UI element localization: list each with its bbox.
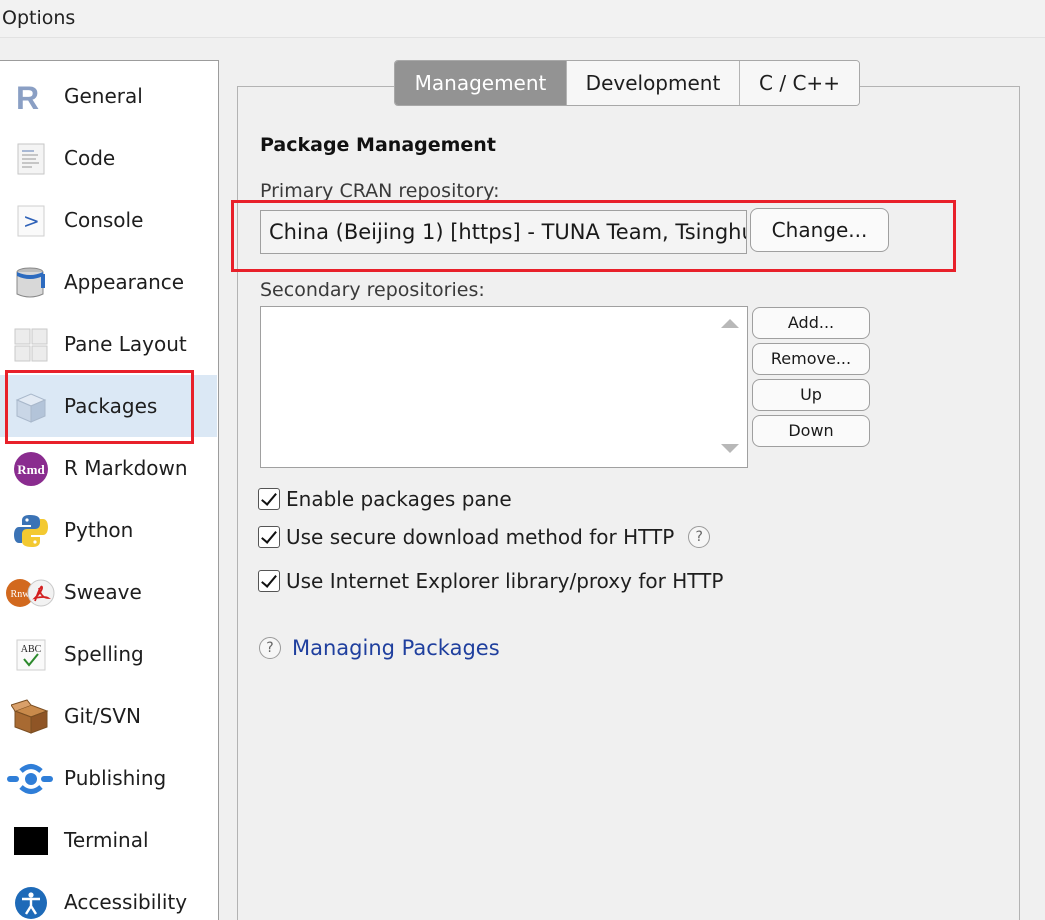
python-icon [11,513,51,549]
sidebar-item-appearance[interactable]: Appearance [0,251,217,313]
sweave-icon: Rnw [5,575,55,611]
options-sidebar: R General Code > Console Appearance Pane… [0,60,219,920]
r-logo-icon: R [11,79,51,115]
sidebar-item-accessibility[interactable]: Accessibility [0,871,217,920]
sidebar-item-python[interactable]: Python [0,499,217,561]
down-button[interactable]: Down [752,415,870,447]
publishing-icon [6,761,56,797]
help-icon: ? [259,637,281,659]
sidebar-item-label: Packages [64,394,158,418]
sidebar-item-label: General [64,84,143,108]
secondary-repo-list[interactable] [260,306,748,468]
code-document-icon [11,141,51,177]
sidebar-item-pane-layout[interactable]: Pane Layout [0,313,217,375]
window-title: Options [0,0,1045,38]
sidebar-item-spelling[interactable]: ABC Spelling [0,623,217,685]
sidebar-item-label: Code [64,146,116,170]
enable-packages-pane-checkbox[interactable] [258,488,280,510]
ie-proxy-checkbox[interactable] [258,570,280,592]
sidebar-item-label: Publishing [64,766,167,790]
package-box-icon [11,389,51,425]
ie-proxy-row: Use Internet Explorer library/proxy for … [258,569,723,593]
accessibility-icon [11,885,51,920]
sidebar-item-label: Python [64,518,134,542]
svg-text:R: R [16,81,39,113]
help-icon[interactable]: ? [688,526,711,548]
checkbox-label: Enable packages pane [286,487,512,511]
tab-bar: Management Development C / C++ [394,60,860,106]
add-button[interactable]: Add... [752,307,870,339]
svg-text:ABC: ABC [21,644,42,655]
rmd-icon: Rmd [11,451,51,487]
terminal-icon [11,823,51,859]
help-link-row: ? Managing Packages [259,636,500,660]
scroll-down-icon[interactable] [721,444,739,453]
secure-download-row: Use secure download method for HTTP ? [258,525,711,549]
sidebar-item-label: Appearance [64,270,185,294]
primary-repo-field[interactable]: China (Beijing 1) [https] - TUNA Team, T… [260,210,747,254]
sidebar-item-label: Accessibility [64,890,188,914]
change-button[interactable]: Change... [750,208,889,252]
svg-text:Rnw: Rnw [11,589,31,600]
svg-text:>: > [23,209,40,233]
checkbox-label: Use Internet Explorer library/proxy for … [286,569,724,593]
primary-repo-label: Primary CRAN repository: [260,180,500,202]
sidebar-item-label: R Markdown [64,456,188,480]
tab-development[interactable]: Development [567,61,740,105]
sidebar-item-code[interactable]: Code [0,127,217,189]
paint-bucket-icon [11,265,51,301]
sidebar-item-general[interactable]: R General [0,65,217,127]
sidebar-item-git-svn[interactable]: Git/SVN [0,685,217,747]
git-box-icon [11,699,51,735]
managing-packages-link[interactable]: Managing Packages [292,636,500,660]
sidebar-item-terminal[interactable]: Terminal [0,809,217,871]
pane-layout-icon [11,327,51,363]
checkbox-label: Use secure download method for HTTP [286,525,675,549]
remove-button[interactable]: Remove... [752,343,870,375]
tab-c-cpp[interactable]: C / C++ [740,61,859,105]
sidebar-item-label: Sweave [64,580,142,604]
spelling-check-icon: ABC [11,637,51,673]
sidebar-item-r-markdown[interactable]: Rmd R Markdown [0,437,217,499]
sidebar-item-label: Git/SVN [64,704,141,728]
up-button[interactable]: Up [752,379,870,411]
scroll-up-icon[interactable] [721,319,739,328]
sidebar-item-label: Terminal [64,828,149,852]
tab-management[interactable]: Management [395,61,567,105]
sidebar-item-label: Pane Layout [64,332,187,356]
sidebar-item-label: Spelling [64,642,144,666]
enable-packages-pane-row: Enable packages pane [258,487,512,511]
section-title: Package Management [260,134,496,156]
secondary-repo-label: Secondary repositories: [260,279,485,301]
sidebar-item-sweave[interactable]: Rnw Sweave [0,561,217,623]
sidebar-item-console[interactable]: > Console [0,189,217,251]
console-prompt-icon: > [11,203,51,239]
svg-text:Rmd: Rmd [17,462,45,477]
sidebar-item-packages[interactable]: Packages [0,375,217,437]
sidebar-item-label: Console [64,208,144,232]
secure-download-checkbox[interactable] [258,526,280,548]
sidebar-item-publishing[interactable]: Publishing [0,747,217,809]
